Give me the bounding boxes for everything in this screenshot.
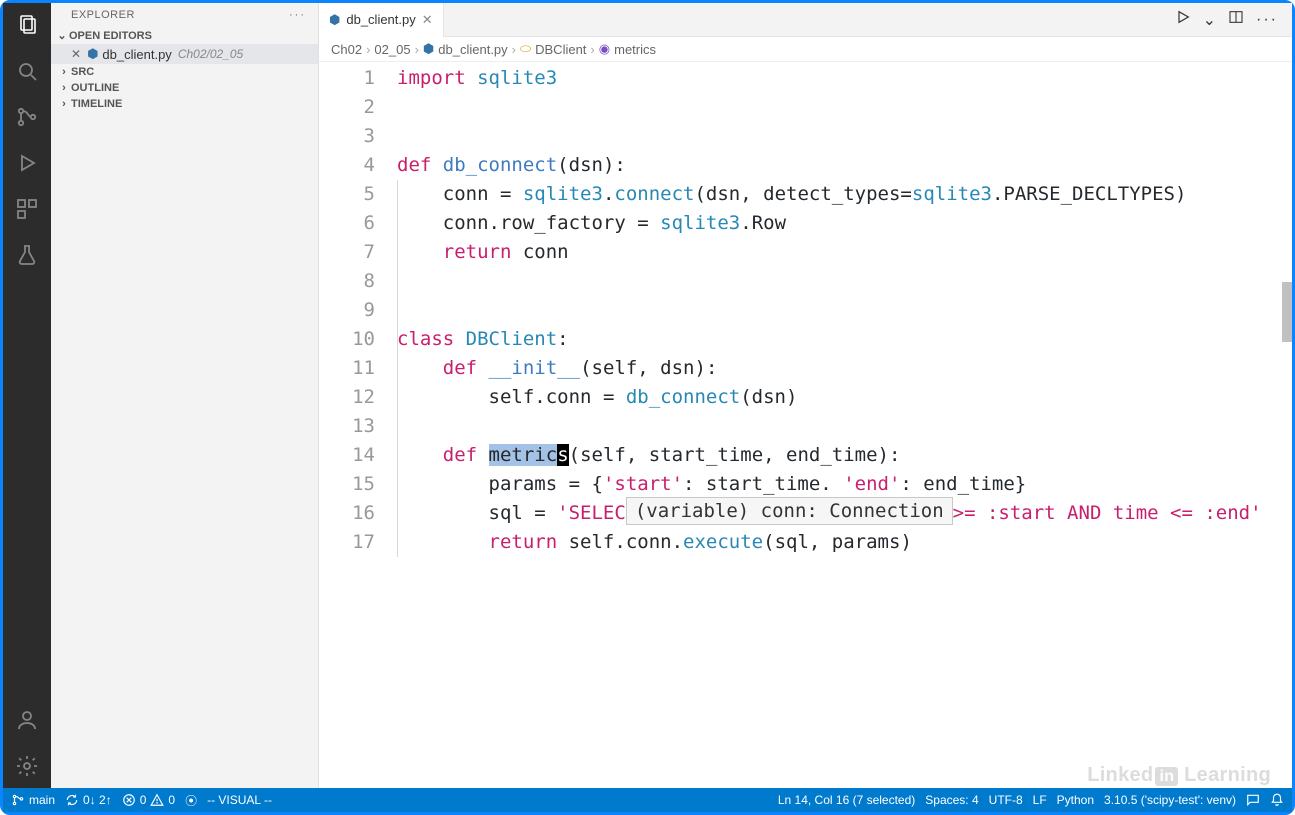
- more-icon[interactable]: ···: [289, 9, 306, 21]
- sidebar-item-label: OUTLINE: [71, 82, 119, 94]
- chevron-down-icon: ⌄: [55, 29, 69, 42]
- cursor-position[interactable]: Ln 14, Col 16 (7 selected): [778, 793, 915, 807]
- line-gutter: 1234567891011121314151617: [319, 62, 397, 788]
- class-icon: ⬭: [520, 41, 531, 57]
- breadcrumb-part[interactable]: metrics: [614, 42, 656, 57]
- python-file-icon: ⬢: [329, 12, 340, 28]
- breadcrumb-part[interactable]: Ch02: [331, 42, 362, 57]
- language-mode[interactable]: Python: [1057, 793, 1094, 807]
- open-editor-item[interactable]: ✕ ⬢ db_client.py Ch02/02_05: [51, 44, 318, 64]
- search-icon[interactable]: [15, 59, 39, 83]
- tab-label: db_client.py: [346, 12, 415, 27]
- scrollbar[interactable]: [1282, 62, 1292, 788]
- extensions-icon[interactable]: [15, 197, 39, 221]
- sync-status: 0↓ 2↑: [83, 793, 112, 807]
- code-content[interactable]: import sqlite3def db_connect(dsn): conn …: [397, 62, 1292, 788]
- hover-tooltip: (variable) conn: Connection: [626, 497, 953, 525]
- feedback-icon[interactable]: [1246, 793, 1260, 807]
- run-icon[interactable]: [1175, 9, 1191, 30]
- explorer-sidebar: EXPLORER ··· ⌄ OPEN EDITORS ✕ ⬢ db_clien…: [51, 3, 319, 788]
- bell-icon[interactable]: [1270, 793, 1284, 807]
- explorer-title: EXPLORER: [71, 9, 135, 21]
- chevron-right-icon: ›: [57, 98, 71, 110]
- chevron-right-icon: ›: [57, 66, 71, 78]
- open-file-name: db_client.py: [102, 47, 171, 62]
- sidebar-item-outline[interactable]: › OUTLINE: [51, 80, 318, 96]
- chevron-right-icon: ›: [57, 82, 71, 94]
- breadcrumb-part[interactable]: DBClient: [535, 42, 586, 57]
- method-icon: ◉: [599, 41, 610, 57]
- indentation[interactable]: Spaces: 4: [925, 793, 978, 807]
- git-sync[interactable]: 0↓ 2↑: [65, 793, 112, 807]
- activity-bar: [3, 3, 51, 788]
- tab-bar: ⬢ db_client.py ✕ ⌄ ···: [319, 3, 1292, 37]
- run-debug-icon[interactable]: [15, 151, 39, 175]
- git-branch[interactable]: main: [11, 793, 55, 807]
- sidebar-item-src[interactable]: › SRC: [51, 64, 318, 80]
- python-file-icon: ⬢: [87, 46, 98, 62]
- breadcrumb-part[interactable]: 02_05: [374, 42, 410, 57]
- vim-indicator[interactable]: ⦿: [185, 792, 197, 809]
- encoding[interactable]: UTF-8: [989, 793, 1023, 807]
- problems[interactable]: 0 0: [122, 793, 175, 807]
- more-icon[interactable]: ···: [1256, 11, 1278, 29]
- eol[interactable]: LF: [1033, 793, 1047, 807]
- tab-db-client[interactable]: ⬢ db_client.py ✕: [319, 3, 444, 37]
- settings-gear-icon[interactable]: [15, 754, 39, 778]
- open-file-path: Ch02/02_05: [178, 47, 243, 61]
- close-icon[interactable]: ✕: [71, 47, 81, 61]
- account-icon[interactable]: [15, 708, 39, 732]
- vim-mode: -- VISUAL --: [207, 793, 272, 807]
- sidebar-item-timeline[interactable]: › TIMELINE: [51, 96, 318, 112]
- error-count: 0: [140, 793, 147, 807]
- split-editor-icon[interactable]: [1228, 9, 1244, 30]
- close-icon[interactable]: ✕: [422, 12, 433, 28]
- breadcrumb-part[interactable]: db_client.py: [438, 42, 507, 57]
- open-editors-label: OPEN EDITORS: [69, 30, 152, 42]
- chevron-down-icon[interactable]: ⌄: [1203, 10, 1216, 30]
- code-editor[interactable]: 1234567891011121314151617 import sqlite3…: [319, 62, 1292, 788]
- warning-count: 0: [168, 793, 175, 807]
- editor-area: ⬢ db_client.py ✕ ⌄ ··· Ch02› 02_05› ⬢ db…: [319, 3, 1292, 788]
- open-editors-section[interactable]: ⌄ OPEN EDITORS: [51, 27, 318, 44]
- python-interpreter[interactable]: 3.10.5 ('scipy-test': venv): [1104, 793, 1236, 807]
- sidebar-item-label: TIMELINE: [71, 98, 122, 110]
- files-icon[interactable]: [15, 13, 39, 37]
- status-bar: main 0↓ 2↑ 0 0 ⦿ -- VISUAL -- Ln 14, Col…: [3, 788, 1292, 812]
- sidebar-item-label: SRC: [71, 66, 94, 78]
- breadcrumbs[interactable]: Ch02› 02_05› ⬢ db_client.py› ⬭ DBClient›…: [319, 37, 1292, 62]
- scrollbar-thumb[interactable]: [1282, 282, 1292, 342]
- beaker-icon[interactable]: [15, 243, 39, 267]
- python-file-icon: ⬢: [423, 41, 434, 57]
- source-control-icon[interactable]: [15, 105, 39, 129]
- branch-name: main: [29, 793, 55, 807]
